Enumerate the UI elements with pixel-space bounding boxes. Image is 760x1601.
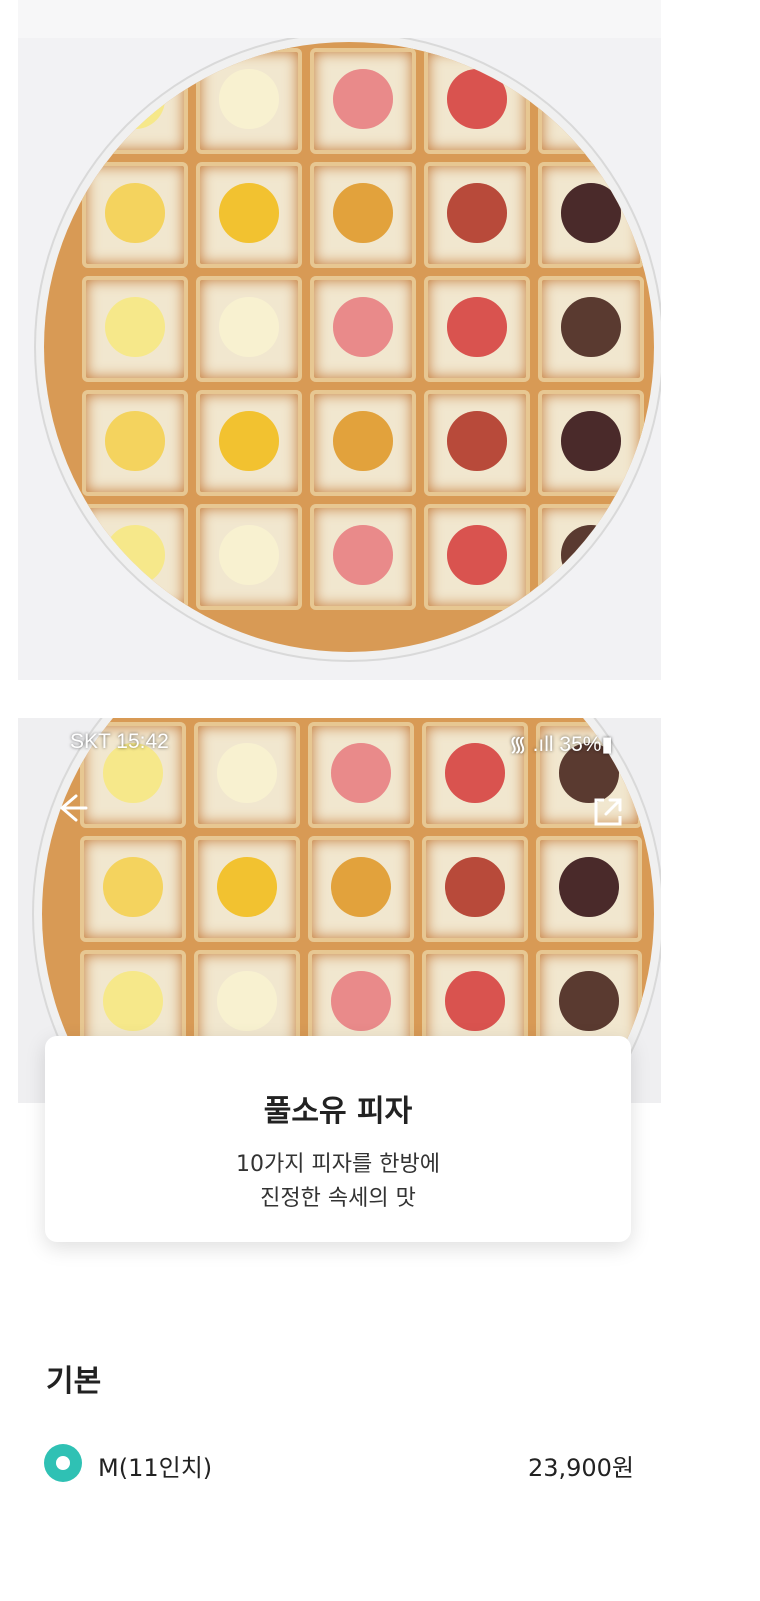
product-description-line1: 10가지 피자를 한방에	[236, 1152, 440, 1177]
status-battery: ᯾ .ıll 35%▮	[508, 733, 613, 756]
pizza-slice	[194, 836, 300, 942]
product-info-card: 풀소유 피자 10가지 피자를 한방에 진정한 속세의 맛	[45, 1036, 631, 1242]
pizza-slice	[308, 836, 414, 942]
product-name: 풀소유 피자	[263, 1094, 413, 1129]
status-bar: SKT 15:42 ᯾ .ıll 35%▮	[18, 726, 661, 756]
pizza-slice	[82, 390, 188, 496]
status-carrier-time: SKT 15:42	[70, 730, 169, 753]
product-description: 10가지 피자를 한방에 진정한 속세의 맛	[45, 1148, 631, 1216]
options-section-title: 기본	[46, 1364, 102, 1399]
pizza-slice	[196, 504, 302, 610]
pizza-photo	[18, 0, 661, 680]
pizza-slice	[538, 504, 644, 610]
pizza-slice	[424, 504, 530, 610]
pizza-slice	[196, 162, 302, 268]
pizza-slice	[82, 162, 188, 268]
pizza-slice	[538, 390, 644, 496]
pizza-slice	[538, 162, 644, 268]
product-description-line2: 진정한 속세의 맛	[260, 1186, 416, 1211]
pizza-slice	[82, 276, 188, 382]
back-arrow-icon[interactable]	[50, 790, 94, 834]
pizza-slice	[310, 390, 416, 496]
pizza-slice	[310, 276, 416, 382]
app-screenshot: SKT 15:42 ᯾ .ıll 35%▮ 풀소유 피자 10가지 피자를 한방…	[18, 718, 661, 1601]
pizza-slice	[422, 836, 528, 942]
pizza-slice	[196, 48, 302, 154]
radio-selected-icon[interactable]	[44, 1444, 82, 1482]
pizza-slice	[310, 162, 416, 268]
pizza-image	[44, 42, 654, 652]
size-option-label: M(11인치)	[98, 1454, 213, 1482]
pizza-slice	[538, 48, 644, 154]
pizza-slice	[196, 276, 302, 382]
pizza-slice	[82, 504, 188, 610]
pizza-slice	[536, 836, 642, 942]
size-option-m[interactable]: M(11인치) 23,900원	[44, 1442, 634, 1486]
pizza-slice	[424, 162, 530, 268]
pizza-slice	[538, 276, 644, 382]
pizza-slice	[424, 48, 530, 154]
pizza-slice	[310, 504, 416, 610]
size-option-price: 23,900원	[527, 1454, 634, 1482]
pizza-slice	[424, 276, 530, 382]
pizza-slice	[80, 836, 186, 942]
pizza-slice	[196, 390, 302, 496]
pizza-slice	[82, 48, 188, 154]
share-icon[interactable]	[588, 792, 628, 832]
pizza-slice	[310, 48, 416, 154]
pizza-slice	[424, 390, 530, 496]
